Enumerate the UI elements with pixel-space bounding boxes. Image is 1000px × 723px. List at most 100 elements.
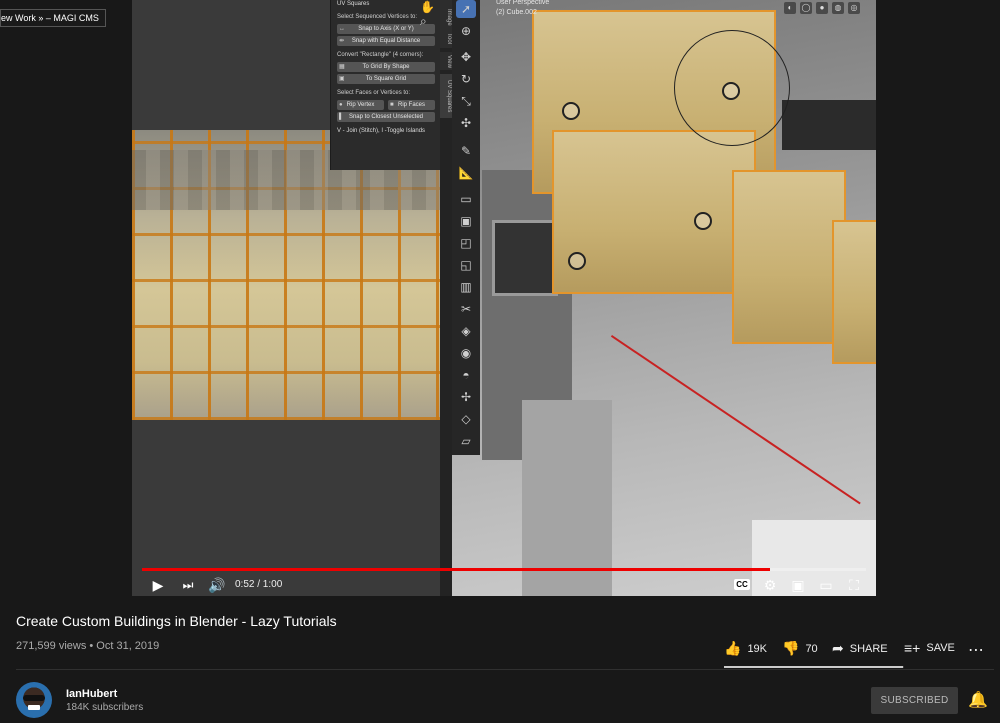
captions-button[interactable]: CC	[733, 574, 751, 596]
selected-building-side	[732, 170, 846, 344]
selected-building-mid	[552, 130, 756, 294]
grid-by-shape-button[interactable]: ▦ To Grid By Shape	[337, 62, 435, 72]
edge-slide-icon[interactable]: ✢	[456, 388, 476, 406]
player-controls: ▶ ⏭ 🔊 0:52 / 1:00 CC ⚙ ▣ ▭ ⛶	[132, 574, 876, 596]
faces-icon: ■	[390, 102, 394, 108]
add-cube-icon[interactable]: ▭	[456, 190, 476, 208]
uv-nav-icons: ✋ ⌕	[420, 0, 440, 29]
more-options-icon[interactable]: ⋯	[968, 640, 984, 660]
annotate-icon[interactable]: ✎	[456, 142, 476, 160]
subscriber-count: 184K subscribers	[66, 702, 144, 713]
snap-icon: ▌	[339, 114, 344, 120]
spin-icon[interactable]: ◉	[456, 344, 476, 362]
arrows-h-icon: ↔	[339, 26, 345, 32]
tab-tool[interactable]: Tool	[440, 30, 452, 48]
bell-icon[interactable]: 🔔	[968, 690, 988, 710]
overlay-icon[interactable]: ◐	[784, 2, 796, 14]
selected-building-far	[832, 220, 876, 364]
inset-icon[interactable]: ◰	[456, 234, 476, 252]
tab-view[interactable]: View	[440, 52, 452, 70]
avatar-mouth	[28, 705, 40, 710]
rip-vertex-button[interactable]: ● Rip Vertex	[337, 100, 384, 110]
shrink-icon[interactable]: ◇	[456, 410, 476, 428]
tab-image[interactable]: Image	[440, 0, 452, 34]
origin-point[interactable]	[568, 252, 586, 270]
transform-icon[interactable]: ✣	[456, 114, 476, 132]
avatar-glasses	[23, 695, 45, 701]
avatar[interactable]	[16, 682, 52, 718]
subscribe-button[interactable]: SUBSCRIBED	[871, 687, 958, 714]
browser-tooltip: ew Work » – MAGI CMS	[0, 9, 106, 27]
tool-column: ➚ ⊕ ✥ ↻ ⤡ ✣ ✎ 📐 ▭ ▣ ◰ ◱ ▥ ✂ ◈ ◉ ◓ ✢ ◇ ▱	[452, 0, 480, 455]
smooth-icon[interactable]: ◓	[456, 366, 476, 384]
origin-point[interactable]	[694, 212, 712, 230]
thumbs-down-icon: 👎	[782, 640, 800, 656]
time-display: 0:52 / 1:00	[235, 579, 283, 590]
dark-roof	[782, 100, 876, 150]
divider	[16, 669, 994, 670]
measure-icon[interactable]: 📐	[456, 164, 476, 182]
volume-icon[interactable]: 🔊	[206, 574, 228, 596]
uv-editor-pane: UV Squares Select Sequenced Vertices to:…	[132, 0, 441, 596]
uv-shortcut-note: V - Join (Stitch), I -Toggle Islands	[337, 128, 426, 134]
sidebar-tabs: Image Tool View UV Squares	[440, 0, 452, 596]
playlist-add-icon: ≡+	[904, 640, 921, 656]
progress-bar[interactable]	[142, 568, 866, 571]
loop-cut-icon[interactable]: ▥	[456, 278, 476, 296]
sidewalk	[522, 400, 612, 596]
hand-icon[interactable]: ✋	[420, 0, 435, 14]
vertex-icon: ●	[339, 102, 343, 108]
save-button[interactable]: ≡+ SAVE	[904, 640, 955, 656]
knife-icon[interactable]: ✂	[456, 300, 476, 318]
snap-equal-button[interactable]: ⇹ Snap with Equal Distance	[337, 36, 435, 46]
shading-render-icon[interactable]: ◎	[848, 2, 860, 14]
video-meta: 271,599 views • Oct 31, 2019	[16, 640, 160, 652]
3d-viewport[interactable]: User Perspective (2) Cube.002 ◐ ◯ ● ◍ ◎ …	[452, 0, 876, 596]
shading-material-icon[interactable]: ◍	[832, 2, 844, 14]
poly-build-icon[interactable]: ◈	[456, 322, 476, 340]
cursor-icon[interactable]: ⊕	[456, 22, 476, 40]
arrows-spread-icon: ⇹	[339, 38, 345, 44]
progress-fill	[142, 568, 770, 571]
viewport-info: User Perspective (2) Cube.002	[496, 0, 550, 16]
origin-point[interactable]	[722, 82, 740, 100]
shading-solid-icon[interactable]: ●	[816, 2, 828, 14]
bevel-icon[interactable]: ◱	[456, 256, 476, 274]
like-ratio-bar	[724, 666, 904, 668]
like-button[interactable]: 👍 19K	[724, 640, 767, 657]
extrude-icon[interactable]: ▣	[456, 212, 476, 230]
settings-gear-icon[interactable]: ⚙	[761, 574, 779, 596]
square-icon: ▣	[339, 76, 345, 82]
video-title: Create Custom Buildings in Blender - Laz…	[16, 613, 337, 629]
zoom-icon[interactable]: ⌕	[420, 14, 427, 28]
rotate-icon[interactable]: ↻	[456, 70, 476, 88]
thumbs-up-icon: 👍	[724, 640, 742, 656]
origin-point[interactable]	[562, 102, 580, 120]
rip-faces-button[interactable]: ■ Rip Faces	[388, 100, 435, 110]
x-axis-line	[610, 335, 861, 505]
viewport-header-icons: ◐ ◯ ● ◍ ◎	[776, 0, 876, 18]
play-icon[interactable]: ▶	[148, 574, 168, 596]
like-ratio-fill	[724, 666, 904, 668]
tab-uv-squares[interactable]: UV Squares	[440, 74, 452, 118]
video-player[interactable]: UV Squares Select Sequenced Vertices to:…	[132, 0, 876, 596]
shading-wire-icon[interactable]: ◯	[800, 2, 812, 14]
square-grid-button[interactable]: ▣ To Square Grid	[337, 74, 435, 84]
building-window	[492, 220, 558, 296]
fullscreen-icon[interactable]: ⛶	[844, 574, 864, 596]
move-icon[interactable]: ✥	[456, 48, 476, 66]
next-icon[interactable]: ⏭	[178, 574, 198, 596]
uv-section-label: Convert "Rectangle" (4 corners):	[337, 52, 424, 58]
share-button[interactable]: ➦ SHARE	[832, 640, 888, 657]
uv-section-label: Select Faces or Vertices to:	[337, 90, 411, 96]
scale-icon[interactable]: ⤡	[456, 92, 476, 110]
dislike-button[interactable]: 👎 70	[782, 640, 818, 657]
snap-closest-button[interactable]: ▌ Snap to Closest Unselected	[337, 112, 435, 122]
channel-name[interactable]: IanHubert	[66, 688, 117, 700]
shear-icon[interactable]: ▱	[456, 432, 476, 450]
theater-mode-icon[interactable]: ▭	[816, 574, 836, 596]
share-arrow-icon: ➦	[832, 640, 844, 656]
miniplayer-icon[interactable]: ▣	[788, 574, 808, 596]
select-cursor-icon[interactable]: ➚	[456, 0, 476, 18]
grid-icon: ▦	[339, 64, 345, 70]
